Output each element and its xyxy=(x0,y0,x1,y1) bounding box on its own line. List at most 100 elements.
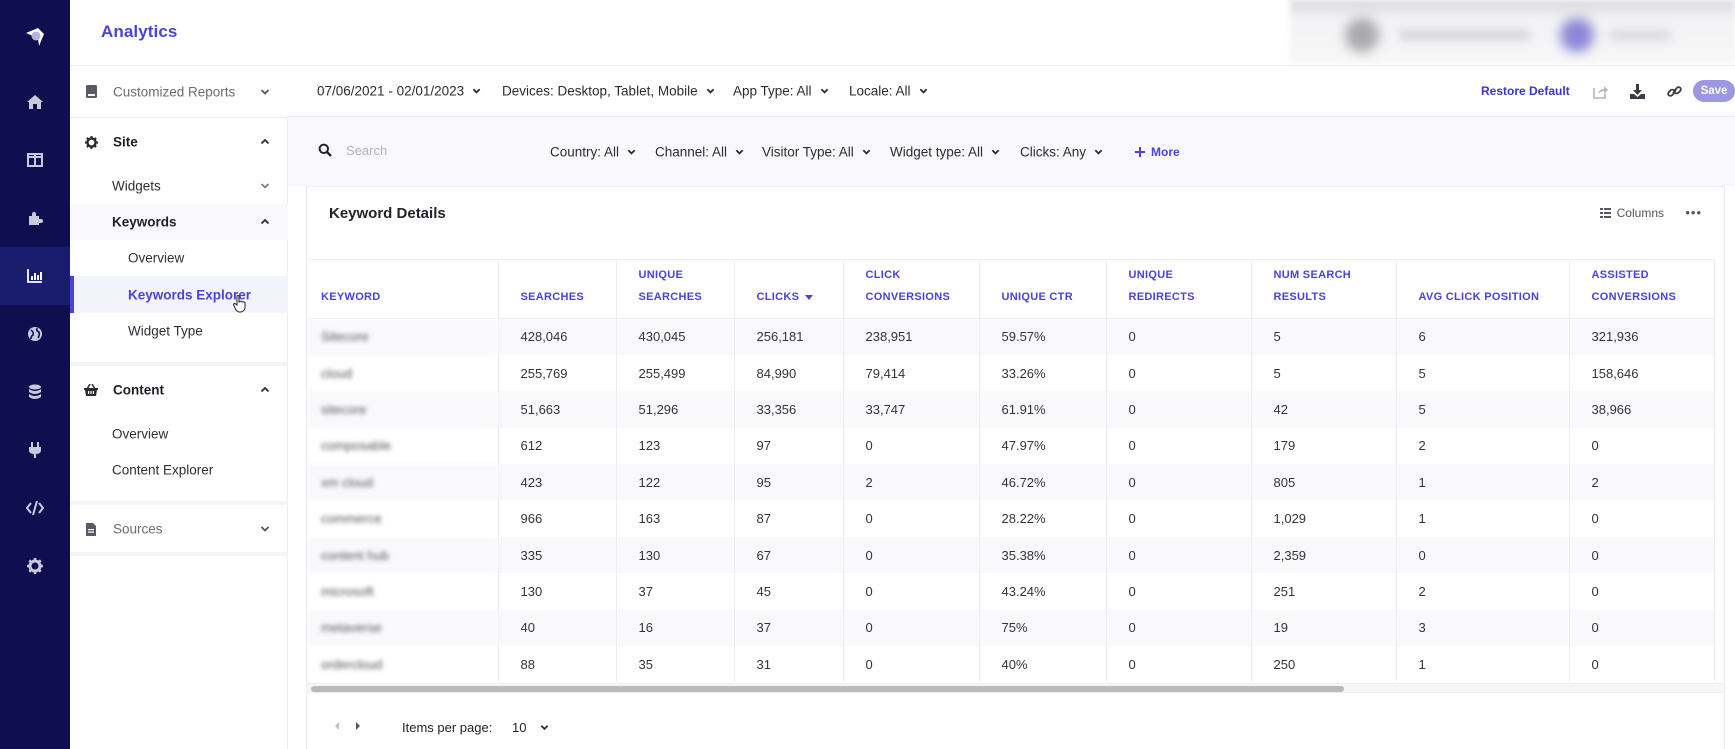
country-filter[interactable]: Country: All xyxy=(550,144,636,159)
nav-widgets[interactable]: Widgets xyxy=(70,168,288,204)
save-button[interactable]: Save xyxy=(1693,80,1735,102)
column-header-label: AVG CLICK POSITION xyxy=(1418,291,1540,303)
metric-cell: 28.22% xyxy=(979,500,1107,537)
nav-content-explorer[interactable]: Content Explorer xyxy=(70,452,288,488)
table-row[interactable]: xm cloud 423 122 95 2 46.72% 0 805 1 2 xyxy=(307,464,1715,501)
chart-icon[interactable] xyxy=(0,247,70,305)
column-header-line1 xyxy=(521,264,602,286)
chevron-down-icon xyxy=(472,88,481,94)
globe-icon[interactable] xyxy=(0,305,70,363)
metric-cell: 0 xyxy=(1106,573,1252,610)
metric-cell: 423 xyxy=(498,464,617,501)
metric-cell: 612 xyxy=(498,427,617,465)
layout-icon[interactable] xyxy=(0,131,70,189)
logo-icon[interactable] xyxy=(0,8,70,66)
table-row[interactable]: commerce 966 163 87 0 28.22% 0 1,029 1 0 xyxy=(307,500,1715,537)
table-row[interactable]: metaverse 40 16 37 0 75% 0 19 3 0 xyxy=(307,609,1715,647)
search-input[interactable] xyxy=(346,137,496,163)
gear-icon[interactable] xyxy=(0,537,70,595)
column-header[interactable]: KEYWORD xyxy=(307,259,499,319)
metric-cell: 0 xyxy=(843,573,980,610)
metric-cell: 163 xyxy=(616,500,735,537)
metric-cell: 250 xyxy=(1251,646,1397,682)
metric-cell: 35.38% xyxy=(979,536,1107,574)
keyword-cell: sitecore xyxy=(307,391,499,428)
column-header[interactable]: UNIQUE CTR xyxy=(979,259,1107,319)
table-row[interactable]: Sitecore 428,046 430,045 256,181 238,951 59.5… xyxy=(307,318,1715,355)
column-header-line1: UNIQUE xyxy=(638,269,684,281)
next-page-icon[interactable] xyxy=(353,721,363,731)
widget-type-filter[interactable]: Widget type: All xyxy=(890,144,1000,159)
keyword-cell: xm cloud xyxy=(307,464,499,501)
date-range-dropdown[interactable]: 07/06/2021 - 02/01/2023 xyxy=(317,84,481,99)
metric-cell: 0 xyxy=(1569,646,1715,682)
nav-keywords[interactable]: Keywords xyxy=(70,204,288,240)
nav-customized-reports[interactable]: Customized Reports xyxy=(70,66,288,117)
visitor-type-filter[interactable]: Visitor Type: All xyxy=(762,144,871,159)
home-icon[interactable] xyxy=(0,73,70,131)
column-header[interactable]: UNIQUE REDIRECTS xyxy=(1106,259,1252,319)
items-per-page-select[interactable]: 10 xyxy=(512,720,549,735)
clicks-filter[interactable]: Clicks: Any xyxy=(1020,144,1103,159)
table-row[interactable]: cloud 255,769 255,499 84,990 79,414 33.26% 0 5 5… xyxy=(307,354,1715,392)
code-icon[interactable] xyxy=(0,479,70,537)
column-header[interactable]: SEARCHES xyxy=(498,259,617,319)
devices-dropdown[interactable]: Devices: Desktop, Tablet, Mobile xyxy=(502,84,715,99)
nav-site[interactable]: Site xyxy=(70,124,288,160)
more-options-icon[interactable]: ••• xyxy=(1685,205,1702,220)
table-row[interactable]: content hub 335 130 67 0 35.38% 0 2,359 0 0 xyxy=(307,536,1715,574)
chevron-down-icon xyxy=(541,725,549,731)
column-header-line2: RESULTS xyxy=(1274,286,1382,308)
nav-keywords-overview[interactable]: Overview xyxy=(70,240,288,276)
table-row[interactable]: composable 612 123 97 0 47.97% 0 179 2 0 xyxy=(307,427,1715,465)
horizontal-scrollbar[interactable] xyxy=(307,683,1724,693)
nav-widget-type[interactable]: Widget Type xyxy=(70,313,288,349)
column-header[interactable]: CLICKS xyxy=(734,259,844,319)
share-icon[interactable] xyxy=(1592,82,1610,100)
metric-cell: 79,414 xyxy=(843,354,980,392)
column-header-line2: SEARCHES xyxy=(639,286,720,308)
plug-icon[interactable] xyxy=(0,421,70,479)
restore-default-button[interactable]: Restore Default xyxy=(1481,84,1570,98)
more-filters-button[interactable]: More xyxy=(1135,145,1180,159)
column-header-label: CLICKS xyxy=(756,291,800,303)
column-header-line1 xyxy=(757,264,829,286)
columns-label: Columns xyxy=(1616,206,1664,220)
metric-cell: 5 xyxy=(1251,354,1397,392)
column-header-label: KEYWORD xyxy=(321,291,381,303)
metric-cell: 33,356 xyxy=(734,391,844,428)
column-header[interactable]: ASSISTED CONVERSIONS xyxy=(1569,259,1715,319)
sort-desc-icon[interactable] xyxy=(805,294,814,300)
nav-content-overview[interactable]: Overview xyxy=(70,416,288,452)
table-row[interactable]: sitecore 51,663 51,296 33,356 33,747 61.91% 0 4… xyxy=(307,391,1715,428)
table-row[interactable]: ordercloud 88 35 31 0 40% 0 250 1 0 xyxy=(307,646,1715,682)
puzzle-icon[interactable] xyxy=(0,189,70,247)
column-header[interactable]: NUM SEARCH RESULTS xyxy=(1251,259,1397,319)
column-header[interactable]: UNIQUE SEARCHES xyxy=(616,259,735,319)
link-icon[interactable] xyxy=(1665,82,1683,100)
table-body: Sitecore 428,046 430,045 256,181 238,951 59.5… xyxy=(307,318,1715,682)
column-header[interactable]: CLICK CONVERSIONS xyxy=(843,259,980,319)
hand-cursor-icon xyxy=(233,295,246,313)
app-type-dropdown[interactable]: App Type: All xyxy=(733,84,829,99)
metric-cell: 19 xyxy=(1251,609,1397,647)
column-header[interactable]: AVG CLICK POSITION xyxy=(1396,259,1570,319)
nav-content[interactable]: Content xyxy=(70,372,288,408)
channel-filter[interactable]: Channel: All xyxy=(655,144,744,159)
database-icon[interactable] xyxy=(0,363,70,421)
nav-sources[interactable]: Sources xyxy=(70,511,288,547)
table-row[interactable]: microsoft 130 37 45 0 43.24% 0 251 2 0 xyxy=(307,573,1715,610)
nav-label: Widget Type xyxy=(128,323,203,339)
metric-cell: 130 xyxy=(498,573,617,610)
column-header-line1 xyxy=(1419,264,1555,286)
file-icon xyxy=(84,522,98,536)
scrollbar-thumb[interactable] xyxy=(311,686,1344,692)
metric-cell: 3 xyxy=(1396,609,1570,647)
columns-button[interactable]: Columns xyxy=(1599,206,1664,220)
prev-page-icon[interactable] xyxy=(332,721,342,731)
nav-keywords-explorer[interactable]: Keywords Explorer xyxy=(70,276,288,313)
card-title: Keyword Details xyxy=(329,205,446,222)
metric-cell: 40% xyxy=(979,646,1107,682)
locale-dropdown[interactable]: Locale: All xyxy=(849,84,928,99)
download-icon[interactable] xyxy=(1628,82,1646,100)
